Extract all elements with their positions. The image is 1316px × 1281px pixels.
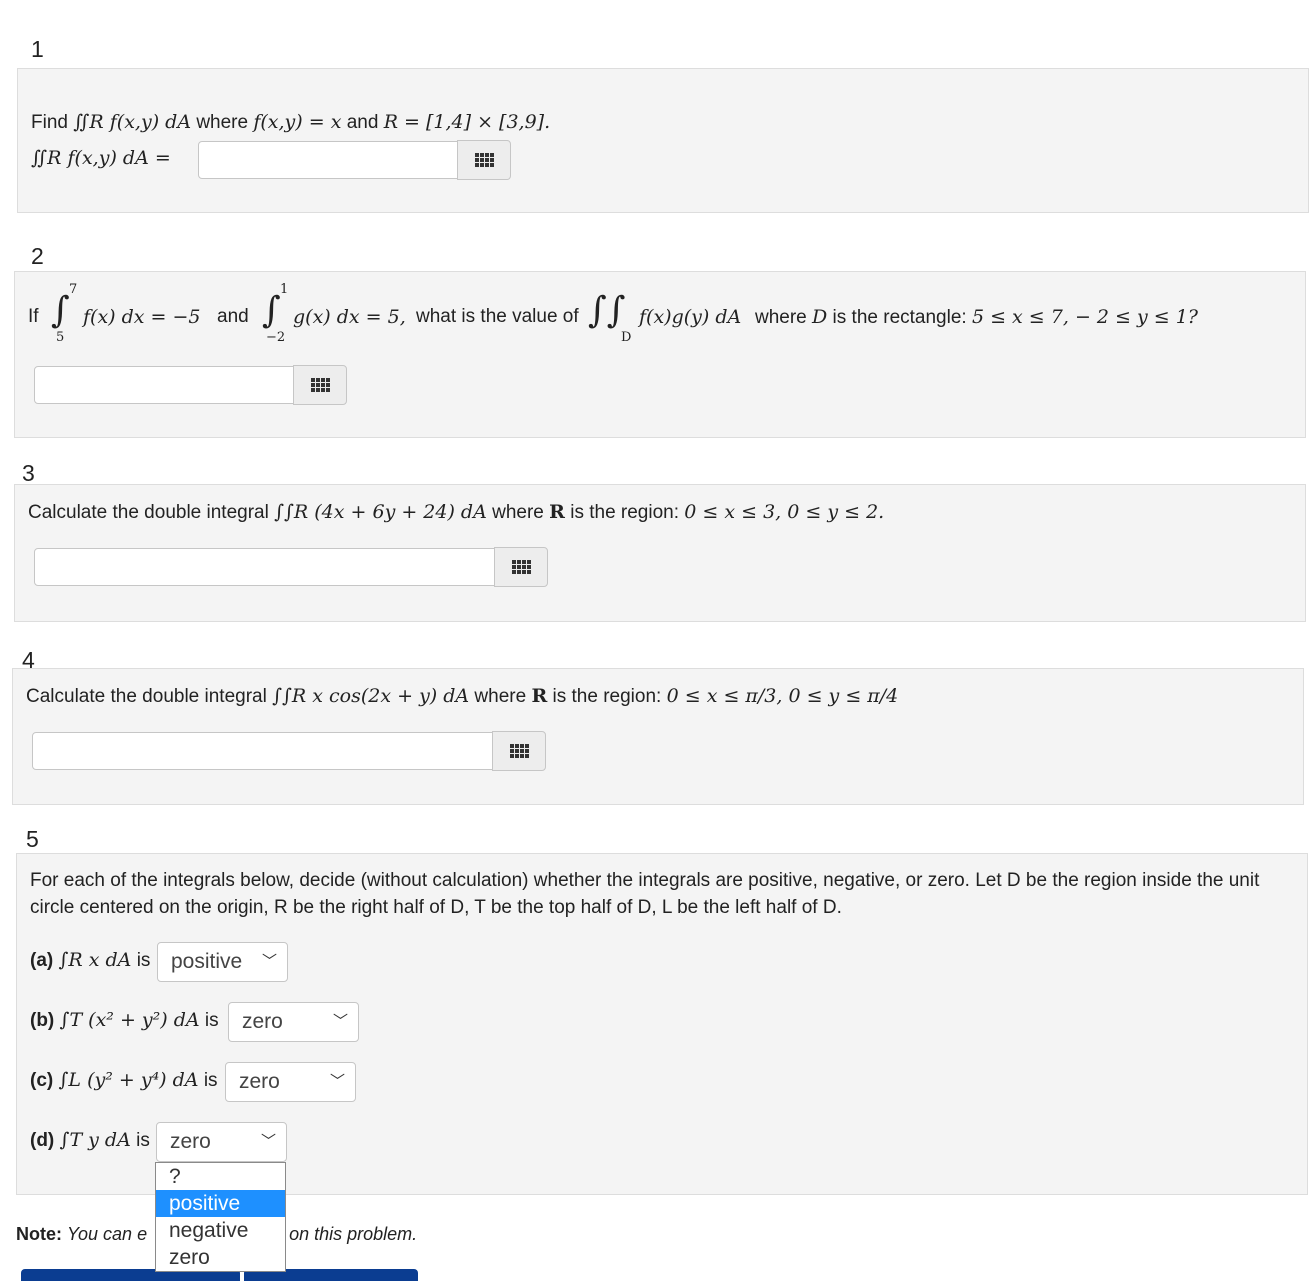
answer-input-3[interactable] [34,548,495,586]
option-negative[interactable]: negative [156,1217,285,1244]
grid-icon [474,153,494,167]
chevron-down-icon: ﹀ [261,953,277,970]
region-subscript: D [621,330,632,345]
select-options-list: ? positive negative zero [155,1162,286,1272]
part-d-select[interactable]: zero ﹀ [156,1122,287,1162]
integral-sign: ∫ [262,290,281,331]
problem-number: 2 [31,243,44,269]
problem-1-statement: Find ∬R f(x,y) dA where f(x,y) = x and R… [31,111,551,133]
grid-icon [310,378,330,392]
integral-1-body: f(x) dx = −5 [83,306,201,328]
matrix-button-1[interactable] [457,140,511,180]
problem-5-desc-line2: circle centered on the origin, R be the … [30,897,842,918]
lower-limit: −2 [266,330,286,345]
option-zero[interactable]: zero [156,1244,285,1271]
problem-panel-1: Find ∬R f(x,y) dA where f(x,y) = x and R… [17,68,1309,213]
option-unset[interactable]: ? [156,1163,285,1190]
answer-input-4[interactable] [32,732,493,770]
upper-limit: 1 [280,282,289,297]
problem-panel-2: If ∫ 7 5 f(x) dx = −5 and ∫ 1 −2 g(x) dx… [14,271,1306,438]
lower-limit: 5 [56,330,65,345]
problem-panel-3: Calculate the double integral ∫∫R (4x + … [14,484,1306,622]
problem-5-desc-line1: For each of the integrals below, decide … [30,870,1260,891]
upper-limit: 7 [69,282,78,297]
part-c-label: (c) ∫L (y² + y⁴) dA is [30,1069,218,1091]
and-text: and [217,306,249,327]
answer-input-2[interactable] [34,366,294,404]
problem-panel-5: For each of the integrals below, decide … [16,853,1308,1195]
question-text: what is the value of [416,306,579,327]
integral-3-body: f(x)g(y) dA [639,306,742,328]
part-a-select[interactable]: positive ﹀ [157,942,288,982]
problem-number: 3 [22,460,35,486]
part-b-select[interactable]: zero ﹀ [228,1002,359,1042]
answer-prefix: ∬R f(x,y) dA = [31,147,171,169]
chevron-down-icon: ﹀ [260,1133,276,1150]
grid-icon [509,744,529,758]
chevron-down-icon: ﹀ [329,1073,345,1090]
problem-number: 1 [31,36,44,62]
problem-4-statement: Calculate the double integral ∫∫R x cos(… [26,685,899,707]
option-positive[interactable]: positive [156,1190,285,1217]
integral-2-body: g(x) dx = 5, [293,306,406,328]
where-text: where D is the rectangle: 5 ≤ x ≤ 7, − 2… [755,306,1198,328]
grid-icon [511,560,531,574]
part-b-label: (b) ∫T (x² + y²) dA is [30,1009,219,1031]
double-integral-sign: ∫∫ [588,290,626,331]
if-label: If [28,306,39,327]
problem-number: 5 [26,826,39,852]
part-a-label: (a) ∫R x dA is [30,949,151,971]
answer-input-1[interactable] [198,141,458,179]
problem-3-statement: Calculate the double integral ∫∫R (4x + … [28,501,885,523]
part-c-select[interactable]: zero ﹀ [225,1062,356,1102]
integral-sign: ∫ [51,290,70,331]
matrix-button-2[interactable] [293,365,347,405]
problem-panel-4: Calculate the double integral ∫∫R x cos(… [12,668,1304,805]
matrix-button-4[interactable] [492,731,546,771]
chevron-down-icon: ﹀ [332,1013,348,1030]
matrix-button-3[interactable] [494,547,548,587]
part-d-label: (d) ∫T y dA is [30,1129,150,1151]
